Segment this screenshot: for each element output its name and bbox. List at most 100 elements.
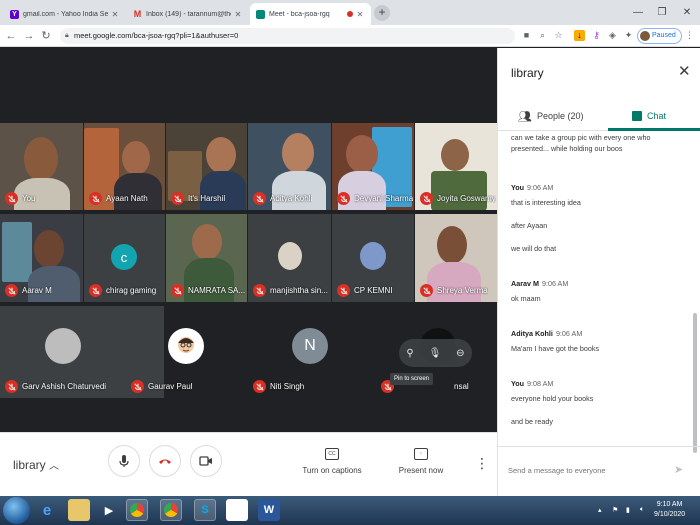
microphone-icon: [119, 455, 129, 467]
recording-icon: [347, 11, 353, 17]
internet-explorer-icon[interactable]: e: [36, 499, 58, 521]
reload-icon[interactable]: ↻: [39, 28, 53, 44]
puzzle-icon[interactable]: ✦: [623, 30, 634, 41]
volume-icon[interactable]: 🔈︎: [640, 506, 644, 514]
maximize-icon[interactable]: ❐: [650, 0, 674, 25]
menu-dots-icon[interactable]: ⋮: [684, 30, 695, 41]
close-icon[interactable]: ✕: [355, 10, 365, 19]
participant-tile[interactable]: Ayaan Nath: [84, 123, 165, 210]
zoom-icon[interactable]: ⌕: [537, 30, 548, 41]
participant-tile[interactable]: Joyita Goswamy: [415, 123, 497, 210]
participant-tile[interactable]: Gaurav Paul: [126, 306, 246, 398]
flag-icon[interactable]: ⚑: [612, 506, 618, 514]
participant-tile[interactable]: manjishtha sin...: [248, 214, 331, 302]
chat-message: we will do that: [511, 244, 557, 253]
leave-call-button[interactable]: [149, 445, 181, 477]
profile-paused-button[interactable]: Paused: [637, 28, 682, 44]
participant-tile[interactable]: c chirag gaming: [84, 214, 165, 302]
participant-tile[interactable]: CP KEMNI: [332, 214, 414, 302]
participant-tile[interactable]: Devyani Sharma: [332, 123, 414, 210]
close-icon[interactable]: ✕: [110, 10, 120, 19]
participant-tile[interactable]: It's Harshil: [166, 123, 247, 210]
chat-message: Ma'am I have got the books: [511, 344, 600, 353]
participant-tile[interactable]: Shreya Verma: [415, 214, 497, 302]
chat-input-row: ➤: [498, 446, 700, 496]
chat-sender: You 9:08 AM: [511, 379, 554, 388]
camera-icon[interactable]: ■: [521, 30, 532, 41]
tab-chat[interactable]: Chat: [632, 103, 666, 129]
remove-icon[interactable]: ⊖: [456, 348, 464, 359]
extension-download-icon[interactable]: ↓: [574, 30, 585, 41]
network-icon[interactable]: ▮: [626, 506, 630, 514]
participant-tile[interactable]: Aditya Kohli: [248, 123, 331, 210]
participant-tile[interactable]: N Niti Singh: [248, 306, 373, 398]
chat-message-input[interactable]: [508, 463, 668, 477]
more-options-icon[interactable]: ⋮: [475, 455, 489, 472]
participant-video: [272, 171, 326, 210]
meeting-details-button[interactable]: library ︿: [13, 458, 59, 472]
browser-tab-yahoo[interactable]: Y gmail.com - Yahoo India Search R ✕: [4, 3, 126, 25]
participant-tile[interactable]: NAMRATA SA...: [166, 214, 247, 302]
chat-sender: Aarav M 9:06 AM: [511, 279, 569, 288]
clock[interactable]: 9:10 AM 9/10/2020: [654, 500, 685, 520]
close-icon[interactable]: ✕: [233, 10, 243, 19]
extension-key-icon[interactable]: ⚷: [591, 30, 602, 41]
participant-video: [192, 224, 222, 260]
tab-people[interactable]: 👥︎ People (20): [518, 103, 584, 129]
skype-icon[interactable]: S: [194, 499, 216, 521]
close-icon[interactable]: ✕: [678, 62, 691, 80]
address-bar[interactable]: 🔒︎ meet.google.com/bca-jsoa-rgq?pli=1&au…: [60, 28, 515, 44]
participant-name: CP KEMNI: [354, 286, 393, 295]
hide-icons-icon[interactable]: ▴: [598, 506, 602, 514]
gmail-icon: M: [133, 9, 142, 19]
participant-video: [24, 137, 58, 181]
back-arrow-icon[interactable]: ←: [4, 28, 18, 44]
chrome-icon[interactable]: [160, 499, 182, 521]
screen: { "browser": { "tabs": [ {"title": "gmai…: [0, 0, 700, 525]
browser-tab-meet[interactable]: Meet - bca-jsoa-rgq ✕: [250, 3, 371, 25]
media-player-icon[interactable]: ▶: [98, 499, 120, 521]
close-window-icon[interactable]: ✕: [674, 0, 700, 25]
participant-name: chirag gaming: [106, 286, 157, 295]
browser-tab-strip: Y gmail.com - Yahoo India Search R ✕ M I…: [0, 0, 700, 25]
participant-name: It's Harshil: [188, 194, 226, 203]
tooltip: Pin to screen: [390, 373, 434, 385]
participant-video: [28, 266, 80, 302]
file-explorer-icon[interactable]: [68, 499, 90, 521]
meet-icon: [256, 9, 265, 19]
word-icon[interactable]: W: [258, 499, 280, 521]
scrollbar[interactable]: [693, 313, 697, 453]
star-icon[interactable]: ☆: [553, 30, 564, 41]
cartoon-avatar-icon: [178, 337, 194, 353]
chat-sender: You 9:06 AM: [511, 183, 554, 192]
participant-name: Shreya Verma: [437, 286, 488, 295]
extension-icon[interactable]: ◈: [607, 30, 618, 41]
participant-tile[interactable]: You: [0, 123, 83, 210]
camera-button[interactable]: [190, 445, 222, 477]
chrome-icon[interactable]: [126, 499, 148, 521]
active-tab-indicator: [608, 128, 700, 131]
pin-icon[interactable]: ⚲: [406, 348, 413, 359]
new-tab-button[interactable]: +: [374, 5, 390, 21]
start-button[interactable]: [3, 497, 30, 524]
microphone-button[interactable]: [108, 445, 140, 477]
participant-video: [200, 171, 246, 210]
paint-icon[interactable]: [226, 499, 248, 521]
captions-button[interactable]: CC Turn on captions: [298, 448, 366, 475]
tab-title: gmail.com - Yahoo India Search R: [23, 10, 108, 18]
send-icon[interactable]: ➤: [674, 463, 683, 476]
chat-message: and be ready: [511, 417, 553, 426]
chat-icon: [632, 111, 642, 121]
minimize-icon[interactable]: —: [626, 0, 650, 25]
forward-arrow-icon[interactable]: →: [22, 28, 36, 44]
mic-off-icon: [5, 192, 18, 205]
captions-icon: CC: [325, 448, 339, 460]
mute-participant-icon[interactable]: 🎙︎: [429, 348, 442, 359]
mic-off-icon: [171, 284, 184, 297]
present-now-button[interactable]: ↑ Present now: [390, 448, 452, 475]
tab-title: Meet - bca-jsoa-rgq: [269, 10, 330, 18]
mic-off-icon: [420, 284, 433, 297]
participant-name: Gaurav Paul: [148, 382, 193, 391]
browser-tab-gmail[interactable]: M Inbox (149) - tarannum@theindi ✕: [127, 3, 249, 25]
participant-tile[interactable]: Aarav M: [0, 214, 83, 302]
